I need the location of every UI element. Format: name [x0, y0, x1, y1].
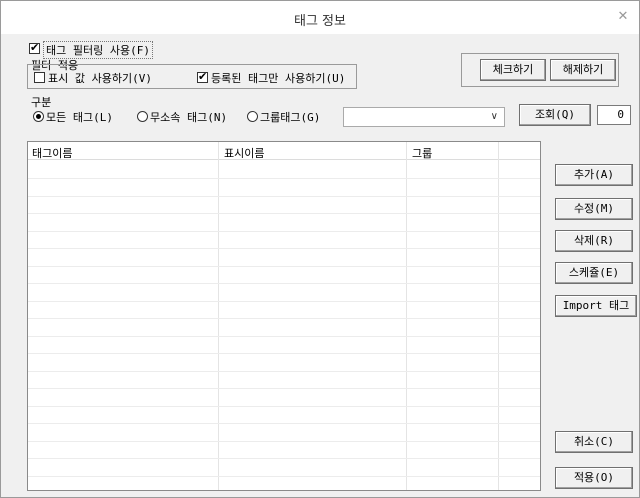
- query-button[interactable]: 조회(Q): [519, 104, 591, 126]
- table-row-line: [28, 406, 540, 407]
- table-row-line: [28, 318, 540, 319]
- column-divider: [498, 142, 499, 490]
- apply-button[interactable]: 적용(O): [555, 467, 633, 489]
- result-count: 0: [597, 105, 631, 125]
- column-header-display-name[interactable]: 표시이름: [224, 145, 264, 161]
- table-row-line: [28, 458, 540, 459]
- category-label: 구분: [31, 96, 52, 109]
- tag-info-dialog: 태그 정보 ✕ 태그 필터링 사용(F) 필터 적용 표시 값 사용하기(V) …: [0, 0, 640, 498]
- import-tag-button[interactable]: Import 태그: [555, 295, 637, 317]
- table-row-line: [28, 283, 540, 284]
- display-value-check-box[interactable]: [34, 72, 45, 83]
- close-icon[interactable]: ✕: [615, 9, 631, 25]
- registered-only-label[interactable]: 등록된 태그만 사용하기(U): [211, 70, 345, 86]
- table-row-line: [28, 301, 540, 302]
- use-filter-check-box[interactable]: [29, 41, 40, 54]
- radio-all-tags-label[interactable]: 모든 태그(L): [46, 109, 113, 125]
- add-button[interactable]: 추가(A): [555, 164, 633, 186]
- table-row-line: [28, 213, 540, 214]
- table-row-line: [28, 441, 540, 442]
- table-header: 태그이름 표시이름 그룹: [28, 142, 540, 160]
- table-row-line: [28, 476, 540, 477]
- radio-group-tags-button[interactable]: [247, 111, 258, 122]
- edit-button[interactable]: 수정(M): [555, 198, 633, 220]
- radio-all-tags-button[interactable]: [33, 111, 44, 122]
- radio-unassigned-tags-label[interactable]: 무소속 태그(N): [150, 109, 227, 125]
- table-row-line: [28, 371, 540, 372]
- column-header-tag-name[interactable]: 태그이름: [32, 145, 72, 161]
- chevron-down-icon[interactable]: ∨: [491, 111, 498, 122]
- cancel-button[interactable]: 취소(C): [555, 431, 633, 453]
- table-row-line: [28, 248, 540, 249]
- check-all-button[interactable]: 체크하기: [480, 59, 546, 81]
- title-bar: 태그 정보 ✕: [1, 1, 639, 34]
- registered-only-check-box[interactable]: [197, 70, 208, 83]
- uncheck-all-button[interactable]: 해제하기: [550, 59, 616, 81]
- table-row-line: [28, 388, 540, 389]
- table-row-line: [28, 178, 540, 179]
- display-value-label[interactable]: 표시 값 사용하기(V): [48, 70, 152, 86]
- radio-unassigned-tags-button[interactable]: [137, 111, 148, 122]
- table-row-line: [28, 353, 540, 354]
- column-header-group[interactable]: 그룹: [412, 145, 432, 161]
- table-row-line: [28, 423, 540, 424]
- column-divider: [406, 142, 407, 490]
- table-row-line: [28, 266, 540, 267]
- delete-button[interactable]: 삭제(R): [555, 230, 633, 252]
- table-row-line: [28, 336, 540, 337]
- group-select[interactable]: ∨: [343, 107, 505, 127]
- tag-table[interactable]: 태그이름 표시이름 그룹: [27, 141, 541, 491]
- schedule-button[interactable]: 스케쥴(E): [555, 262, 633, 284]
- column-divider: [218, 142, 219, 490]
- table-row-line: [28, 231, 540, 232]
- radio-group-tags-label[interactable]: 그룹태그(G): [260, 109, 320, 125]
- table-row-line: [28, 196, 540, 197]
- dialog-title: 태그 정보: [294, 14, 346, 29]
